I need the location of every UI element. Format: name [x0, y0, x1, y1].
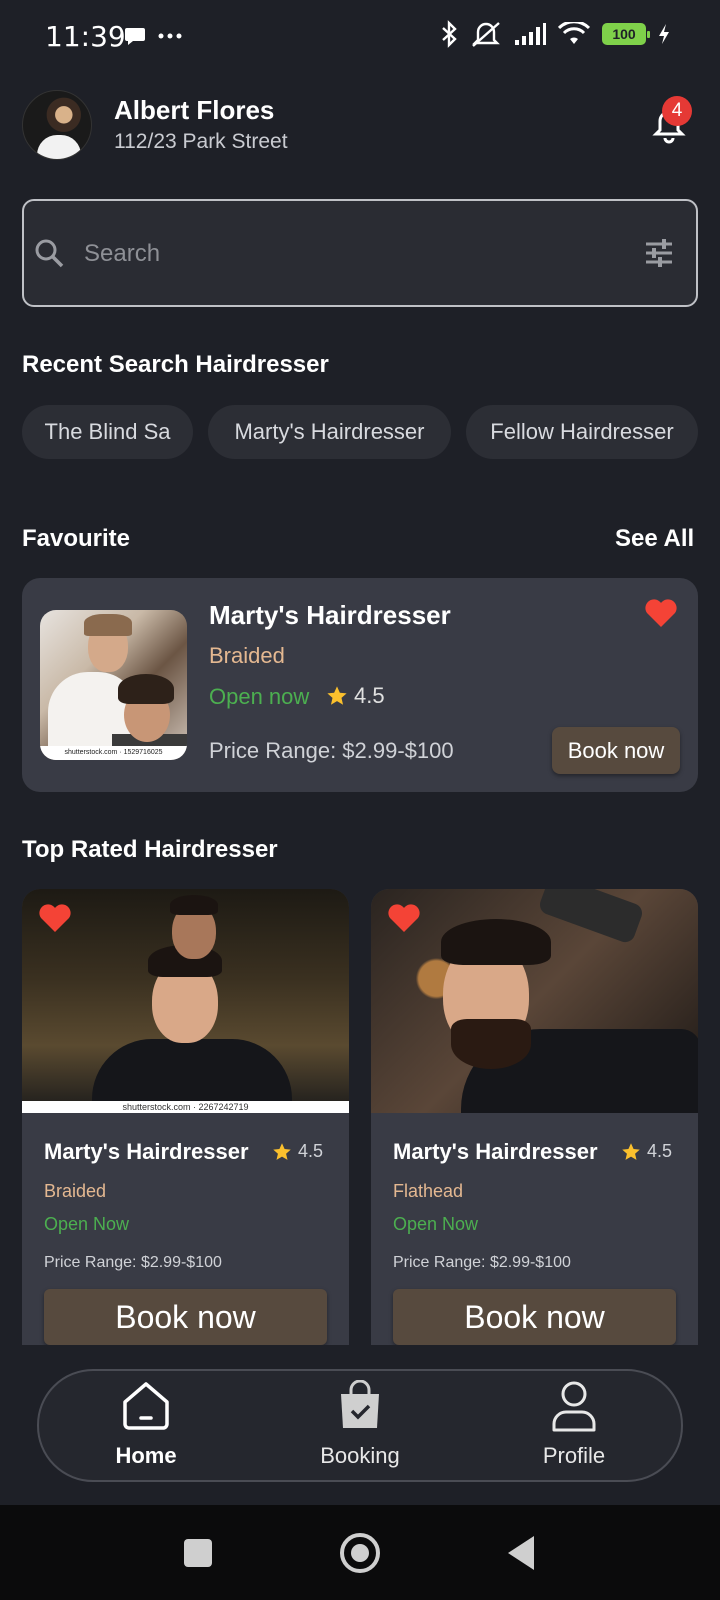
shopping-bag-icon: [341, 1379, 379, 1428]
book-now-button[interactable]: Book now: [552, 727, 680, 774]
nav-home[interactable]: Home: [76, 1380, 216, 1469]
home-icon: [123, 1382, 169, 1430]
avatar[interactable]: [22, 90, 92, 160]
book-now-button[interactable]: Book now: [393, 1289, 676, 1345]
rating-value: 4.5: [354, 683, 385, 708]
recent-chip[interactable]: Fellow Hairdresser: [466, 405, 698, 459]
recent-search-title: Recent Search Hairdresser: [22, 351, 329, 378]
bluetooth-icon: [442, 20, 457, 48]
filter-sliders-icon[interactable]: [644, 238, 674, 268]
nav-booking[interactable]: Booking: [290, 1379, 430, 1469]
recent-chip[interactable]: Marty's Hairdresser: [208, 405, 451, 459]
price-range: Price Range: $2.99-$100: [393, 1254, 571, 1271]
rating-value: 4.5: [647, 1141, 673, 1161]
person-icon: [552, 1381, 596, 1432]
salon-name: Marty's Hairdresser: [209, 600, 451, 630]
status-right-icons: 100: [440, 20, 670, 48]
salon-style: Braided: [209, 643, 285, 668]
mute-icon: [472, 22, 500, 47]
price-range: Price Range: $2.99-$100: [44, 1254, 222, 1271]
nav-profile-label: Profile: [542, 1443, 606, 1468]
salon-photo: shutterstock.com · 1529716025: [40, 610, 187, 760]
top-rated-title: Top Rated Hairdresser: [22, 836, 278, 863]
more-dots-icon: [158, 33, 182, 39]
heart-icon[interactable]: [644, 598, 678, 628]
user-name: Albert Flores: [114, 95, 275, 125]
notification-badge: 4: [662, 96, 692, 126]
star-icon: [273, 1142, 291, 1160]
rating: 4.5: [272, 1141, 323, 1162]
back-button[interactable]: [508, 1536, 534, 1570]
recents-button[interactable]: [184, 1539, 212, 1567]
home-system-button[interactable]: [340, 1533, 380, 1573]
salon-style: Braided: [44, 1181, 107, 1201]
nav-home-label: Home: [115, 1443, 177, 1468]
rating: 4.5: [621, 1141, 672, 1162]
heart-icon[interactable]: [387, 903, 421, 933]
favourite-title: Favourite: [22, 525, 131, 552]
heart-icon[interactable]: [38, 903, 72, 933]
star-icon: [327, 686, 347, 705]
search-icon: [35, 239, 64, 268]
user-address: 112/23 Park Street: [114, 130, 288, 153]
nav-booking-label: Booking: [320, 1443, 400, 1468]
battery-indicator: 100: [602, 23, 650, 45]
watermark: shutterstock.com · 1529716025: [40, 746, 187, 760]
nav-profile[interactable]: Profile: [504, 1380, 644, 1469]
chat-bubble-icon: [125, 28, 145, 45]
open-status: Open now: [209, 684, 310, 709]
see-all-link[interactable]: See All: [615, 525, 694, 553]
open-status: Open Now: [44, 1214, 130, 1234]
book-now-button[interactable]: Book now: [44, 1289, 327, 1345]
star-icon: [622, 1142, 640, 1160]
top-rated-card[interactable]: Marty's Hairdresser 4.5 Flathead Open No…: [371, 889, 698, 1345]
watermark: shutterstock.com · 2267242719: [22, 1101, 349, 1113]
status-time: 11:39: [45, 20, 126, 53]
salon-name: Marty's Hairdresser: [393, 1139, 598, 1164]
signal-icon: [515, 23, 546, 45]
price-range: Price Range: $2.99-$100: [209, 738, 454, 763]
rating: 4.5: [326, 683, 385, 709]
wifi-icon: [558, 22, 590, 44]
charging-icon: [659, 24, 669, 44]
salon-style: Flathead: [393, 1181, 464, 1201]
recent-chip[interactable]: The Blind Sa: [22, 405, 193, 459]
status-left-icons: [124, 26, 182, 46]
search-input[interactable]: [84, 236, 604, 272]
salon-name: Marty's Hairdresser: [44, 1139, 249, 1164]
open-status: Open Now: [393, 1214, 479, 1234]
rating-value: 4.5: [298, 1141, 324, 1161]
top-rated-card[interactable]: shutterstock.com · 2267242719 Marty's Ha…: [22, 889, 349, 1345]
